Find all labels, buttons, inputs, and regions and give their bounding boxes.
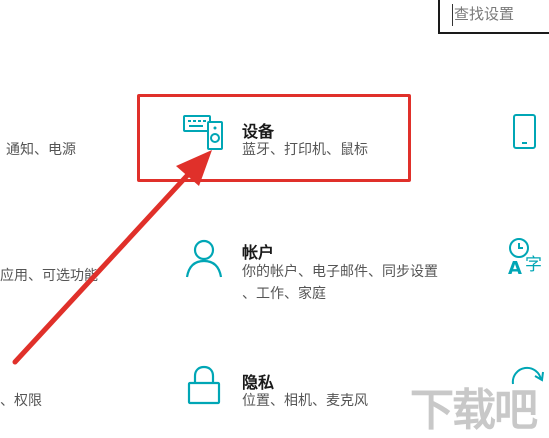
watermark-logo: 下载吧	[410, 385, 538, 436]
annotation-arrow	[12, 150, 212, 365]
